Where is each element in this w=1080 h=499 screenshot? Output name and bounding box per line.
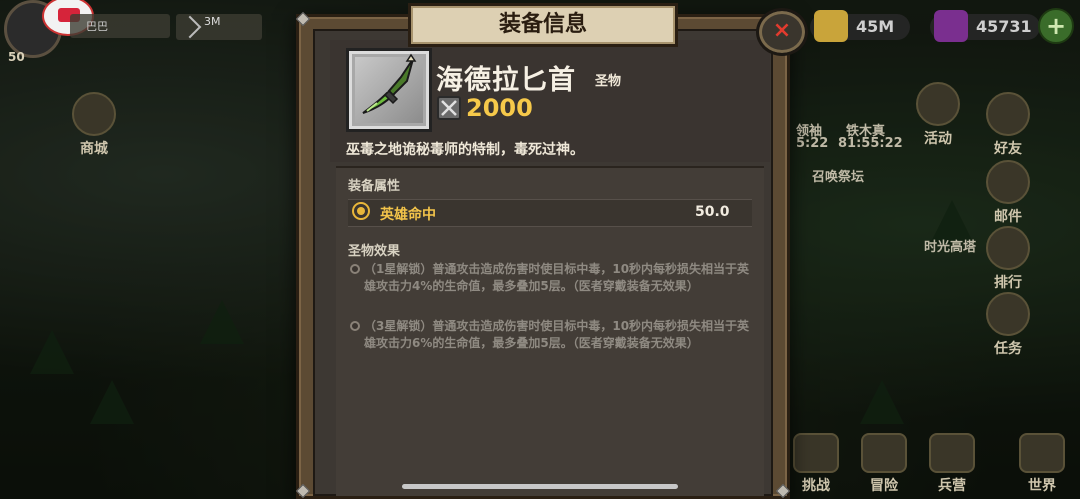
item-description: 巫毒之地诡秘毒师的特制，毒死过神。 (346, 142, 584, 158)
mail-icon (986, 160, 1030, 204)
crossed-swords-icon (437, 96, 461, 120)
power-display: 3M (176, 14, 262, 40)
bullet-icon (350, 321, 360, 331)
add-gems-button[interactable]: + (1038, 8, 1074, 44)
bottom-item-label: 兵营 (938, 478, 966, 494)
attribute-value: 50.0 (695, 204, 730, 220)
gem-display[interactable]: 45731 (930, 10, 1040, 42)
map-label-timer-a: 5:22 (796, 136, 829, 151)
sidebar-item-label: 商城 (80, 141, 108, 157)
sidebar-item-label: 活动 (924, 131, 952, 147)
bottom-item-adventure[interactable]: 冒险 (856, 433, 912, 495)
sidebar-item-label: 排行 (994, 275, 1022, 291)
bullet-icon (350, 264, 360, 274)
sidebar-item-label: 邮件 (994, 209, 1022, 225)
shop-icon (72, 92, 116, 136)
effect-text: （3星解锁）普通攻击造成伤害时使目标中毒，10秒内每秒损失相当于英雄攻击力6%的… (364, 319, 750, 350)
world-map-icon (1019, 433, 1065, 473)
bottom-item-barracks[interactable]: 兵营 (924, 433, 980, 495)
barracks-icon (929, 433, 975, 473)
target-icon (352, 202, 370, 220)
bottom-item-label: 挑战 (802, 478, 830, 494)
swords-icon (793, 433, 839, 473)
map-label-summon-altar[interactable]: 召唤祭坛 (812, 166, 864, 185)
sidebar-item-mail[interactable]: 邮件 (978, 160, 1038, 226)
item-power: 2000 (466, 94, 533, 122)
attributes-title: 装备属性 (348, 179, 401, 194)
sidebar-item-rank[interactable]: 排行 (978, 226, 1038, 292)
dialog-title: 装备信息 (408, 3, 678, 47)
power-value: 3M (204, 15, 221, 28)
bottom-item-label: 世界 (1028, 478, 1056, 494)
bottom-item-world[interactable]: 世界 (1014, 433, 1070, 495)
gem-icon (934, 10, 968, 42)
quest-icon (986, 292, 1030, 336)
item-name: 海德拉匕首 (436, 65, 576, 96)
player-hud: 50 巴巴 3M (0, 0, 290, 64)
bottom-item-label: 冒险 (870, 478, 898, 494)
resource-hud: 45M 45731 + (780, 0, 1080, 48)
gold-display[interactable]: 45M (810, 10, 910, 42)
sidebar-item-label: 好友 (994, 141, 1022, 157)
home-indicator[interactable] (402, 484, 678, 489)
gold-value: 45M (856, 17, 895, 36)
dagger-icon (362, 53, 417, 114)
item-type: 圣物 (595, 74, 622, 89)
event-icon (916, 82, 960, 126)
item-slot[interactable] (346, 48, 432, 132)
bottom-item-challenge[interactable]: 挑战 (788, 433, 844, 495)
map-label-time-tower[interactable]: 时光高塔 (924, 236, 976, 255)
effect-text: （1星解锁）普通攻击造成伤害时使目标中毒，10秒内每秒损失相当于英雄攻击力4%的… (364, 262, 750, 293)
crossed-swords-glyph (441, 100, 457, 116)
sidebar-item-event[interactable]: 活动 (908, 82, 968, 148)
sidebar-item-friends[interactable]: 好友 (978, 92, 1038, 158)
player-name: 巴巴 (70, 14, 170, 38)
adventure-icon (861, 433, 907, 473)
sidebar-item-shop[interactable]: 商城 (64, 92, 124, 158)
gem-value: 45731 (976, 17, 1032, 36)
friends-icon (986, 92, 1030, 136)
effects-title: 圣物效果 (348, 244, 401, 259)
player-level: 50 (8, 50, 25, 64)
sword-icon (178, 15, 202, 39)
sidebar-item-quest[interactable]: 任务 (978, 292, 1038, 358)
close-button[interactable]: × (756, 8, 808, 56)
attribute-name: 英雄命中 (380, 207, 436, 223)
map-label-timer-b: 81:55:22 (838, 136, 903, 151)
gold-bar-icon (814, 10, 848, 42)
sidebar-item-label: 任务 (994, 341, 1022, 357)
rank-icon (986, 226, 1030, 270)
